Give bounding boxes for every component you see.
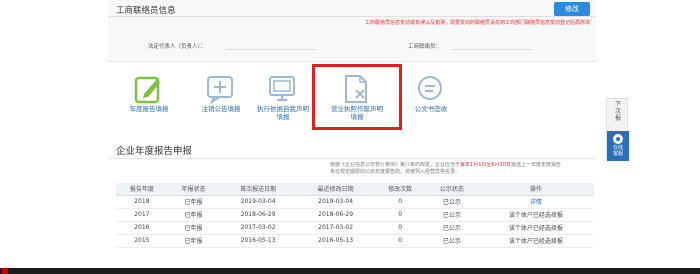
cell: 已公示 (426, 221, 478, 235)
row-action-text: 该个体户已经选择报 (477, 234, 594, 248)
action-label: 执行依据自我声明 (257, 105, 309, 113)
row-action-text: 该个体户已经选择报 (477, 208, 594, 222)
online-service-button[interactable]: 在线 客服 (607, 131, 629, 161)
note-text-2: 报送上一年度年度报告 (510, 162, 561, 168)
floating-sidebar: 下 次 报 在线 客服 (606, 98, 629, 161)
note-deadline: 每年1月1日至6月30日 (460, 162, 511, 168)
note-line-2: 未在规定期限内公示年度报告的，将被列入经营异常名录。 (330, 169, 461, 175)
cell: 2019-03-04 (219, 195, 297, 209)
section-note: 根据《企业信息公示暂行条例》第八条的规定，企业应当于每年1月1日至6月30日报送… (330, 162, 594, 176)
cell: 已年报 (167, 208, 220, 222)
annual-report-action[interactable]: 年度报告填报 (114, 64, 184, 136)
action-label: 公文书签收 (414, 105, 448, 113)
col-header: 报告年度 (116, 183, 168, 196)
side-top-label[interactable]: 下 次 报 (607, 101, 629, 122)
note-text: 根据《企业信息公示暂行条例》第八条的规定，企业应当于 (330, 162, 461, 168)
cell: 已年报 (167, 221, 220, 235)
modify-button[interactable]: 修改 (554, 2, 590, 16)
app-icon[interactable] (2, 268, 8, 274)
cell: 已公示 (426, 208, 478, 222)
cell: 2017-03-02 (296, 221, 375, 235)
cell: 2016-05-13 (219, 234, 297, 248)
cell: 2018-06-29 (219, 208, 297, 222)
cell: 已年报 (167, 234, 220, 248)
notice-icon (207, 76, 233, 104)
main-content: 工商联络员信息 修改 工商联络员信息变动或有误以及错误，需要变动的联络员请先到工… (108, 0, 596, 268)
action-label-2: 填报 (276, 113, 290, 121)
action-label: 注销公告填报 (201, 105, 241, 113)
col-header: 公示状态 (426, 183, 478, 196)
cell: 2019-03-04 (296, 195, 375, 209)
online-service-label: 在线 客服 (612, 145, 623, 157)
cell: 2016 (116, 221, 168, 235)
edit-icon (134, 76, 160, 104)
row-action-text: 该个体户已经选择报 (477, 221, 594, 235)
liaison-info-card: 工商联络员信息 修改 工商联络员信息变动或有误以及错误，需要变动的联络员请先到工… (108, 0, 596, 62)
monitor-icon (269, 76, 295, 101)
self-declaration-action[interactable]: 执行依据自我声明 填报 (248, 64, 318, 136)
legal-rep-label: 法定代表人（负责人）： (148, 44, 206, 50)
liaison-field[interactable] (452, 42, 532, 50)
row-action-link[interactable]: 详情 (477, 195, 594, 209)
cell: 0 (374, 221, 427, 235)
service-icon (613, 134, 623, 144)
cell: 2016-05-13 (296, 234, 375, 248)
col-header: 首次报送日期 (219, 183, 297, 196)
col-header: 操作 (477, 183, 594, 196)
legal-rep-field[interactable] (226, 42, 316, 50)
col-header: 修改次数 (374, 183, 427, 196)
cell: 2015 (116, 234, 168, 248)
highlight-box (312, 64, 402, 130)
cell: 2018 (116, 195, 168, 209)
cell: 已年报 (167, 195, 220, 209)
section-title: 企业年度报告申报 (116, 146, 193, 157)
action-label: 年度报告填报 (129, 105, 169, 113)
warning-text: 工商联络员信息变动或有误以及错误，需要变动的联络员请先到工商部门联络员信息变动登… (364, 20, 590, 26)
taskbar (0, 268, 700, 274)
card-title: 工商联络员信息 (116, 6, 176, 16)
table-row: 2017 已年报 2018-06-29 2018-06-29 0 已公示 该个体… (116, 208, 594, 222)
cancel-notice-action[interactable]: 注销公告填报 (186, 64, 256, 136)
cell: 2017 (116, 208, 168, 222)
document-receipt-action[interactable]: 公文书签收 (396, 64, 466, 136)
cell: 已公示 (426, 234, 478, 248)
section-divider (108, 158, 596, 159)
cell: 0 (374, 234, 427, 248)
card-divider (108, 16, 596, 17)
cell: 0 (374, 195, 427, 209)
annual-report-table: 报告年度 年报状态 首次报送日期 最近修改日期 修改次数 公示状态 操作 201… (116, 183, 594, 248)
liaison-label: 工商联络员： (408, 44, 442, 50)
table-row: 2015 已年报 2016-05-13 2016-05-13 0 已公示 该个体… (116, 234, 594, 248)
table-row: 2018 已年报 2019-03-04 2019-03-04 0 已公示 详情 (116, 195, 594, 209)
cell: 2017-03-02 (219, 221, 297, 235)
cell: 2018-06-29 (296, 208, 375, 222)
table-header: 报告年度 年报状态 首次报送日期 最近修改日期 修改次数 公示状态 操作 (116, 183, 594, 196)
table-row: 2016 已年报 2017-03-02 2017-03-02 0 已公示 该个体… (116, 221, 594, 235)
cell: 已公示 (426, 195, 478, 209)
col-header: 年报状态 (167, 183, 220, 196)
cell: 0 (374, 208, 427, 222)
quick-actions: 年度报告填报 注销公告填报 执行依据自我声明 填报 营业执照作废声明 填报 公文… (108, 64, 596, 136)
col-header: 最近修改日期 (296, 183, 375, 196)
chat-icon (418, 76, 442, 100)
